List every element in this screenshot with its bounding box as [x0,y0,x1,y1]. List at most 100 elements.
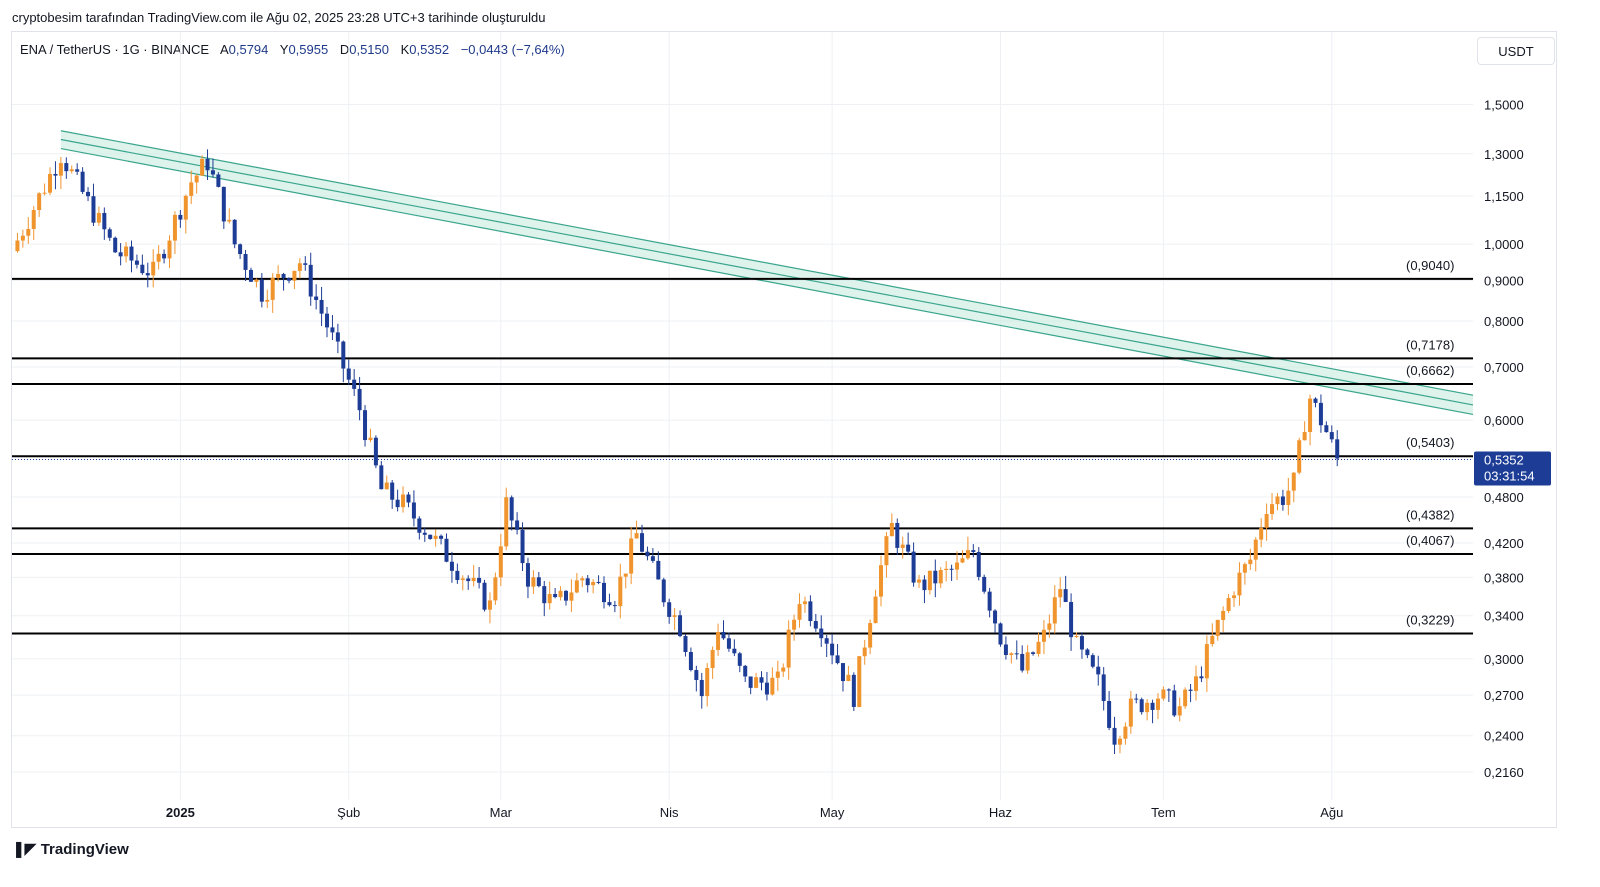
candle-down[interactable] [585,578,590,586]
candle-down[interactable] [428,534,433,539]
candle-up[interactable] [1183,689,1188,707]
candle-up[interactable] [944,568,949,571]
candle-up[interactable] [1047,623,1052,630]
candle-down[interactable] [91,196,96,223]
candle-down[interactable] [1199,676,1204,679]
candle-up[interactable] [156,253,161,262]
candle-down[interactable] [422,532,427,535]
candle-up[interactable] [270,277,275,300]
candle-down[interactable] [346,368,351,380]
candle-down[interactable] [840,663,845,682]
candle-up[interactable] [1232,595,1237,599]
candle-down[interactable] [650,556,655,561]
candle-down[interactable] [748,676,753,688]
candle-up[interactable] [574,580,579,593]
candle-down[interactable] [162,253,167,259]
candle-down[interactable] [1069,602,1074,638]
candle-down[interactable] [1280,496,1285,505]
candle-up[interactable] [254,279,259,282]
candle-up[interactable] [368,437,373,441]
candle-up[interactable] [781,667,786,672]
candle-down[interactable] [210,170,215,175]
candle-down[interactable] [314,296,319,300]
candle-down[interactable] [444,538,449,562]
candle-down[interactable] [726,638,731,649]
candle-down[interactable] [140,264,145,274]
candle-up[interactable] [183,195,188,220]
candle-up[interactable] [634,533,639,539]
candle-down[interactable] [205,158,210,171]
candle-down[interactable] [64,163,69,172]
candle-down[interactable] [102,212,107,230]
tradingview-logo[interactable]: ❚◤ TradingView [12,839,129,859]
candle-up[interactable] [672,615,677,617]
candle-up[interactable] [900,544,905,548]
candle-up[interactable] [194,175,199,183]
candle-up[interactable] [1052,597,1057,624]
candle-down[interactable] [971,550,976,553]
candle-up[interactable] [1237,572,1242,596]
candle-down[interactable] [1134,698,1139,700]
candle-up[interactable] [1226,598,1231,611]
candle-down[interactable] [667,602,672,617]
candle-up[interactable] [965,550,970,559]
candle-down[interactable] [373,437,378,466]
candle-down[interactable] [1063,589,1068,603]
candle-up[interactable] [265,299,270,302]
candle-down[interactable] [178,214,183,220]
candle-up[interactable] [200,158,205,176]
candle-down[interactable] [406,494,411,503]
candle-down[interactable] [248,269,253,282]
candle-up[interactable] [862,647,867,657]
candle-up[interactable] [786,629,791,668]
candle-up[interactable] [1128,698,1133,727]
candle-up[interactable] [15,240,20,252]
candle-up[interactable] [770,677,775,695]
candle-up[interactable] [927,570,932,591]
candle-up[interactable] [1123,726,1128,739]
candle-down[interactable] [1003,644,1008,656]
candle-up[interactable] [792,619,797,630]
candle-down[interactable] [363,410,368,441]
candle-down[interactable] [319,299,324,314]
candle-up[interactable] [69,169,74,172]
candle-down[interactable] [1096,666,1101,675]
candle-up[interactable] [775,671,780,678]
candle-down[interactable] [216,174,221,187]
candle-up[interactable] [1221,610,1226,620]
candle-down[interactable] [976,552,981,577]
candle-up[interactable] [498,546,503,578]
candle-down[interactable] [656,560,661,580]
candle-up[interactable] [1248,559,1253,565]
candle-down[interactable] [759,677,764,683]
candle-up[interactable] [547,594,552,604]
candle-down[interactable] [987,591,992,611]
candle-down[interactable] [743,665,748,677]
candle-down[interactable] [661,579,666,603]
candle-up[interactable] [754,677,759,688]
candle-down[interactable] [824,638,829,644]
candle-down[interactable] [53,173,58,176]
candle-down[interactable] [1020,653,1025,671]
candle-up[interactable] [802,601,807,605]
candle-up[interactable] [1259,527,1264,540]
candle-down[interactable] [830,643,835,656]
candle-down[interactable] [455,570,460,581]
candle-down[interactable] [949,568,954,570]
candle-down[interactable] [107,229,112,238]
candle-up[interactable] [878,565,883,597]
candle-up[interactable] [460,578,465,581]
candle-up[interactable] [531,577,536,587]
candle-up[interactable] [292,270,297,281]
candle-down[interactable] [509,497,514,521]
candle-down[interactable] [221,186,226,222]
candle-down[interactable] [906,544,911,552]
candle-up[interactable] [124,246,129,257]
candle-up[interactable] [955,562,960,570]
candle-up[interactable] [873,596,878,624]
candle-down[interactable] [286,278,291,281]
candle-up[interactable] [1204,644,1209,679]
candle-down[interactable] [721,631,726,639]
candle-up[interactable] [889,522,894,537]
candle-down[interactable] [1112,727,1117,745]
